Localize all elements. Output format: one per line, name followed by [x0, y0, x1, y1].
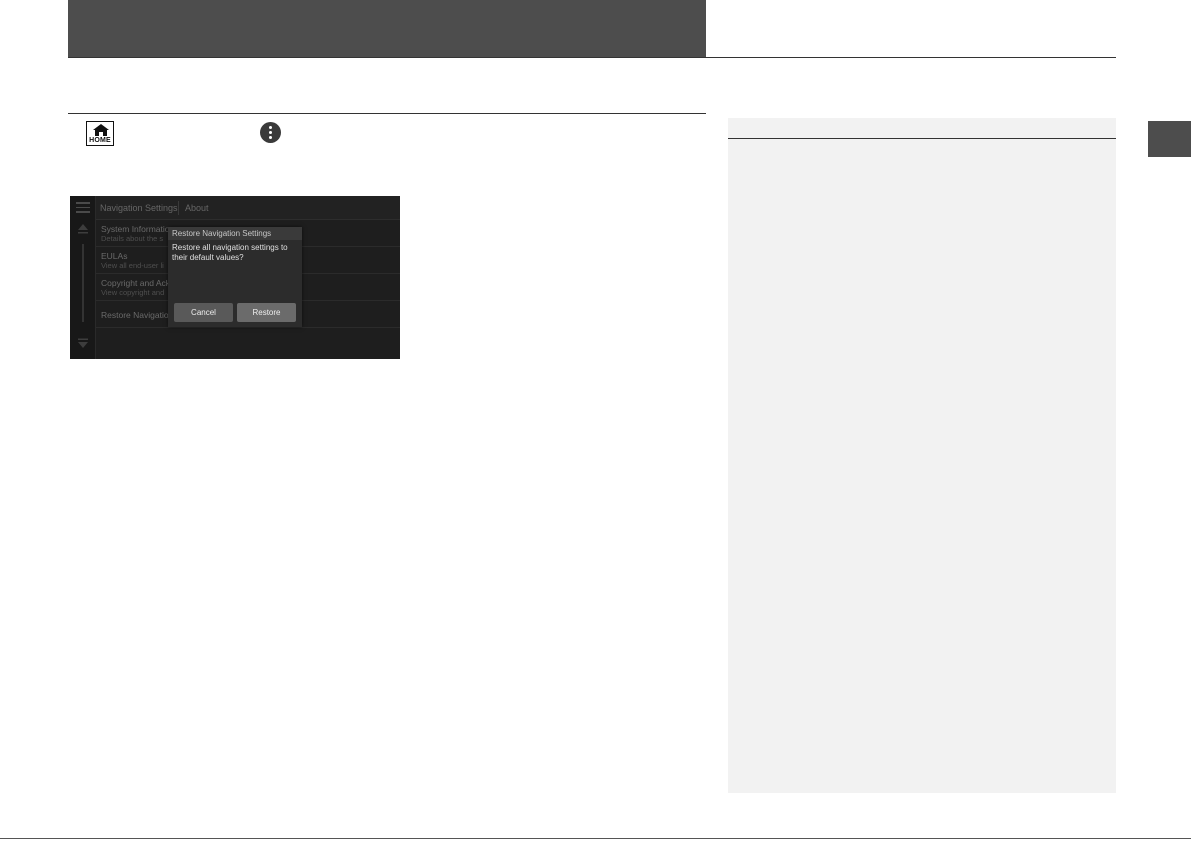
screen-topbar: Navigation Settings About	[96, 196, 400, 220]
menu-item-subtitle: View all end-user li	[101, 261, 164, 270]
header-rule	[68, 57, 1116, 58]
screen-title: Navigation Settings	[100, 203, 178, 213]
chapter-tab	[1148, 121, 1191, 157]
menu-item-title: EULAs	[101, 251, 128, 261]
cancel-button[interactable]: Cancel	[174, 303, 233, 322]
menu-item-title: Copyright and Ack	[101, 278, 170, 288]
menu-item-title: System Information	[101, 224, 175, 234]
sidebar-rule	[728, 138, 1116, 139]
screen-title-divider	[178, 201, 179, 215]
sidebar-note-panel	[728, 118, 1116, 793]
menu-item-subtitle: Details about the s	[101, 234, 164, 243]
screen-side-rail	[70, 196, 96, 359]
section-rule	[68, 113, 706, 114]
dialog-title: Restore Navigation Settings	[168, 227, 302, 240]
screen-breadcrumb-about: About	[185, 203, 209, 213]
dialog-message: Restore all navigation settings to their…	[172, 243, 288, 262]
home-icon: HOME	[86, 121, 114, 146]
hamburger-menu-icon[interactable]	[76, 202, 90, 213]
more-options-icon	[260, 122, 281, 143]
page-bottom-rule	[0, 838, 1191, 839]
page-header-bar	[68, 0, 706, 57]
scroll-up-icon[interactable]	[78, 224, 88, 236]
scroll-track[interactable]	[82, 244, 84, 322]
restore-button[interactable]: Restore	[237, 303, 296, 322]
home-icon-label: HOME	[89, 137, 111, 144]
menu-item-subtitle: View copyright and	[101, 288, 165, 297]
menu-item-title: Restore Navigation	[101, 310, 174, 320]
restore-settings-dialog: Restore Navigation Settings Restore all …	[168, 227, 302, 327]
scroll-down-icon[interactable]	[78, 336, 88, 348]
